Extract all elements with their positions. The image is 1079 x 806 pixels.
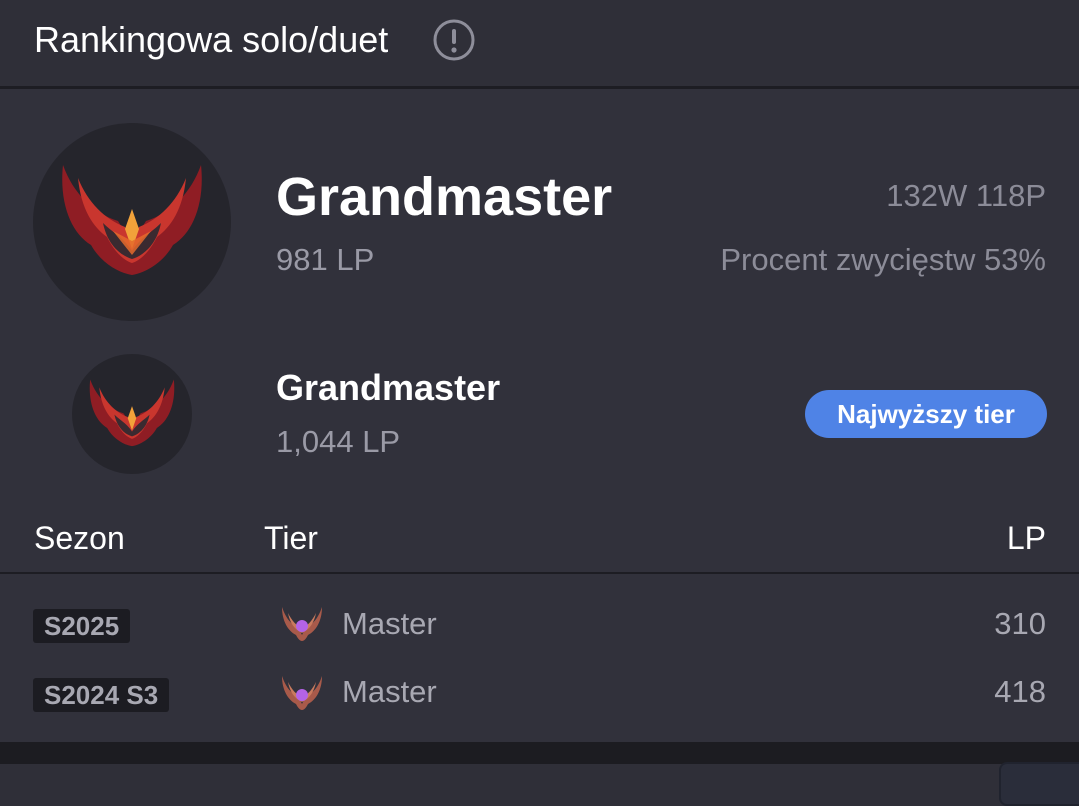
queue-title: Rankingowa solo/duet — [34, 19, 389, 60]
peak-lp: 1,044 LP — [276, 424, 401, 459]
season-chip: S2025 — [33, 609, 131, 643]
season-chip: S2024 S3 — [33, 678, 170, 712]
section-separator — [0, 742, 1079, 764]
table-divider — [0, 572, 1079, 574]
master-emblem-icon — [282, 607, 322, 641]
highest-tier-badge: Najwyższy tier — [805, 390, 1047, 438]
next-section — [0, 764, 1079, 790]
peak-tier-name: Grandmaster — [276, 367, 501, 408]
column-header-tier: Tier — [264, 520, 318, 556]
column-header-lp: LP — [1006, 520, 1046, 556]
win-rate: Procent zwycięstw 53% — [720, 242, 1046, 277]
season-tier-name: Master — [342, 606, 437, 641]
current-tier-name: Grandmaster — [276, 167, 613, 227]
season-lp: 418 — [994, 674, 1046, 709]
season-tier-name: Master — [342, 674, 437, 709]
grandmaster-emblem-icon — [89, 379, 175, 447]
queue-header: Rankingowa solo/duet — [0, 0, 1079, 89]
floating-button[interactable] — [999, 762, 1079, 806]
master-emblem-icon — [282, 676, 322, 710]
current-rank-emblem — [33, 123, 231, 321]
current-lp: 981 LP — [276, 242, 375, 277]
grandmaster-emblem-icon — [62, 165, 202, 275]
column-header-season: Sezon — [34, 520, 125, 556]
season-lp: 310 — [994, 606, 1046, 641]
exclamation-circle-icon[interactable] — [432, 18, 476, 62]
peak-rank-emblem — [72, 354, 192, 474]
win-loss-record: 132W 118P — [886, 178, 1046, 213]
